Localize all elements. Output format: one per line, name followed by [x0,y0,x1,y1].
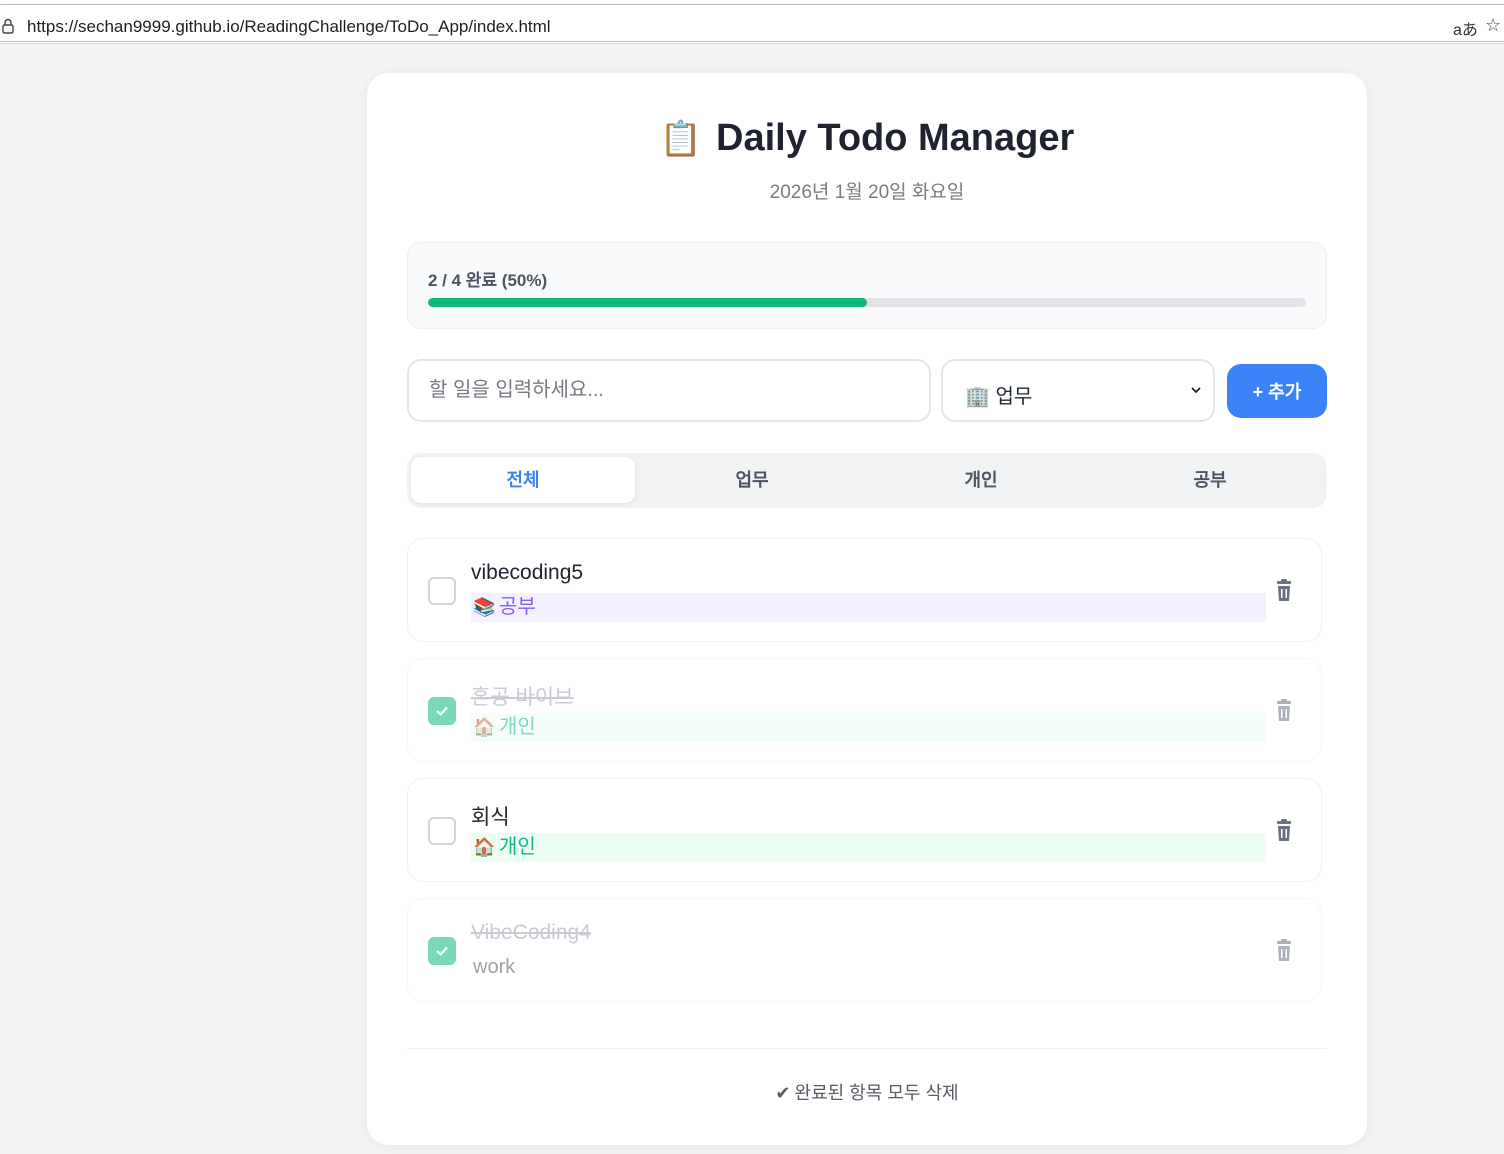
address-bar[interactable]: https://sechan9999.github.io/ReadingChal… [0,4,1504,42]
translate-icon[interactable]: aあ [1453,16,1478,40]
todo-text: 혼공 바이브 [471,686,574,709]
todo-checkbox[interactable] [428,817,456,845]
bookmark-star-icon[interactable]: ☆ [1485,15,1501,36]
todo-item: VibeCoding4 work [407,898,1322,1002]
browser-toolbar: https://sechan9999.github.io/ReadingChal… [0,0,1504,44]
category-tag: 📚 공부 [471,593,1266,622]
check-icon [436,706,448,717]
trash-icon[interactable] [1274,939,1294,963]
todo-input[interactable] [407,359,931,422]
current-date: 2026년 1월 20일 화요일 [769,182,965,203]
house-icon: 🏠 [473,717,496,737]
page-title: 📋 Daily Todo Manager [367,117,1367,160]
clear-completed-button[interactable]: ✔ 완료된 항목 모두 삭제 [367,1079,1367,1105]
trash-icon[interactable] [1274,819,1294,843]
lock-icon [2,18,14,34]
clear-completed-label: 완료된 항목 모두 삭제 [794,1083,959,1103]
category-tag: 🏠 개인 [471,713,1266,742]
checkmark-icon: ✔ [775,1083,791,1103]
office-building-icon: 🏢 [965,386,990,408]
divider [407,1048,1327,1049]
filter-tabs: 전체 업무 개인 공부 [407,453,1327,508]
category-tag: 🏠 개인 [471,833,1266,862]
todo-item: 혼공 바이브 🏠 개인 [407,658,1322,762]
todo-checkbox[interactable] [428,577,456,605]
tab-all[interactable]: 전체 [411,457,635,503]
todo-item: vibecoding5 📚 공부 [407,538,1322,642]
todo-item: 회식 🏠 개인 [407,778,1322,882]
house-icon: 🏠 [473,837,496,857]
tab-study[interactable]: 공부 [1098,457,1322,503]
progress-panel: 2 / 4 완료 (50%) [407,242,1327,329]
todo-text: vibecoding5 [471,561,584,584]
chevron-down-icon [1191,387,1201,394]
check-icon [436,946,448,957]
progress-bar [428,298,1306,307]
category-tag: work [473,956,516,978]
tab-work[interactable]: 업무 [640,457,864,503]
clipboard-icon: 📋 [659,120,703,158]
tab-personal[interactable]: 개인 [869,457,1093,503]
category-select-value: 🏢 업무 [965,386,1033,408]
todo-card: 📋 Daily Todo Manager 2026년 1월 20일 화요일 2 /… [367,73,1367,1145]
todo-text: VibeCoding4 [471,921,591,944]
add-button[interactable]: + 추가 [1227,364,1327,418]
url-text[interactable]: https://sechan9999.github.io/ReadingChal… [27,17,551,37]
page-title-text: Daily Todo Manager [716,117,1075,159]
trash-icon[interactable] [1274,699,1294,723]
todo-checkbox-checked[interactable] [428,697,456,725]
category-select[interactable]: 🏢 업무 [941,359,1215,422]
todo-text: 회식 [471,806,510,829]
trash-icon[interactable] [1274,579,1294,603]
books-icon: 📚 [473,597,496,617]
progress-bar-fill [428,298,867,307]
progress-label: 2 / 4 완료 (50%) [428,271,548,290]
todo-checkbox-checked[interactable] [428,937,456,965]
